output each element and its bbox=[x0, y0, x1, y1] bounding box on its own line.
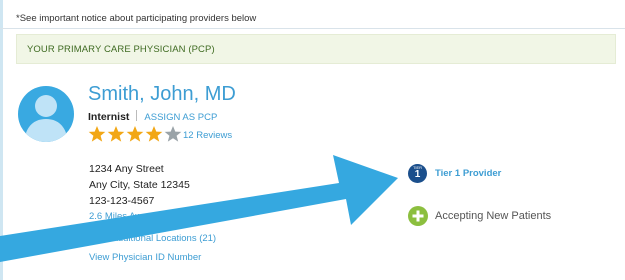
tier-badge-number: 1 bbox=[414, 169, 421, 180]
phone-number: 123-123-4567 bbox=[89, 195, 155, 207]
star-empty-icon bbox=[164, 126, 182, 142]
view-physician-id-link[interactable]: View Physician ID Number bbox=[89, 252, 201, 263]
address-line1: 1234 Any Street bbox=[89, 163, 164, 175]
notice-text: *See important notice about participatin… bbox=[16, 13, 257, 24]
provider-name[interactable]: Smith, John, MD bbox=[88, 83, 236, 106]
reviews-link[interactable]: 12 Reviews bbox=[183, 130, 232, 141]
distance-link[interactable]: 2.6 Miles Away bbox=[89, 211, 152, 222]
provider-subline: Internist ASSIGN AS PCP bbox=[88, 110, 217, 123]
subline-separator bbox=[136, 110, 138, 121]
plus-icon bbox=[408, 206, 428, 226]
additional-locations-link[interactable]: View Additional Locations (21) bbox=[89, 233, 216, 244]
star-filled-icon bbox=[126, 126, 144, 142]
star-filled-icon bbox=[88, 126, 106, 142]
pcp-banner-label: YOUR PRIMARY CARE PHYSICIAN (PCP) bbox=[27, 44, 215, 55]
star-filled-icon bbox=[107, 126, 125, 142]
provider-specialty: Internist bbox=[88, 111, 130, 123]
accepting-new-patients: Accepting New Patients bbox=[435, 210, 552, 222]
tier-badge-icon: TIER 1 bbox=[408, 164, 427, 183]
assign-pcp-link[interactable]: ASSIGN AS PCP bbox=[144, 112, 217, 123]
address-line2: Any City, State 12345 bbox=[89, 179, 190, 191]
divider bbox=[0, 28, 625, 29]
tier-provider-link[interactable]: Tier 1 Provider bbox=[435, 168, 501, 179]
star-rating bbox=[88, 125, 183, 145]
user-icon bbox=[24, 95, 68, 142]
star-filled-icon bbox=[145, 126, 163, 142]
pcp-banner: YOUR PRIMARY CARE PHYSICIAN (PCP) bbox=[16, 34, 616, 64]
avatar bbox=[18, 86, 74, 142]
